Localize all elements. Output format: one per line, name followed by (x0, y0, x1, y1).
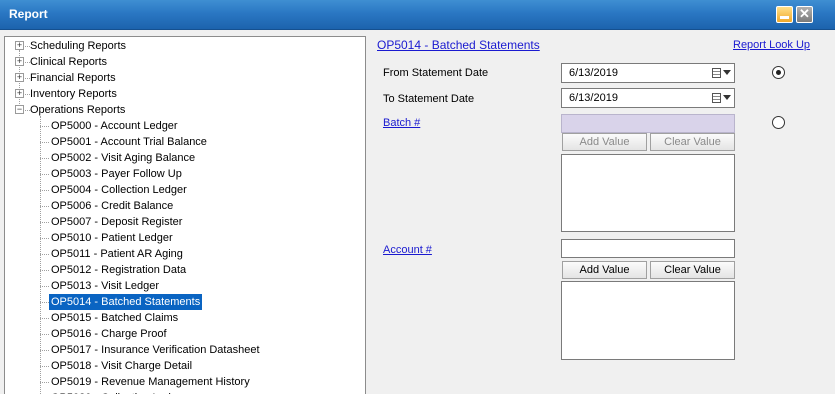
tree-report-item[interactable]: OP5004 - Collection Ledger (5, 182, 365, 198)
account-input[interactable] (561, 239, 735, 258)
from-date-value: 6/13/2019 (569, 67, 618, 79)
tree-report-label: OP5007 - Deposit Register (51, 216, 183, 228)
batch-values-list[interactable] (561, 154, 735, 232)
tree-category[interactable]: − Operations Reports (5, 102, 365, 118)
date-range-radio[interactable] (772, 66, 785, 79)
tree-report-item[interactable]: OP5001 - Account Trial Balance (5, 134, 365, 150)
tree-report-label: OP5015 - Batched Claims (51, 312, 179, 324)
from-date-label: From Statement Date (383, 67, 489, 79)
tree-report-label: OP5010 - Patient Ledger (51, 232, 173, 244)
expand-icon[interactable]: + (15, 73, 24, 82)
tree-connector (40, 254, 49, 255)
tree-category-label: Scheduling Reports (30, 40, 127, 52)
tree-connector (40, 174, 49, 175)
tree-report-item[interactable]: OP5013 - Visit Ledger (5, 278, 365, 294)
report-tree[interactable]: + Scheduling Reports + Clinical Reports + Fin… (4, 36, 366, 394)
to-date-label: To Statement Date (383, 93, 475, 105)
tree-report-item[interactable]: OP5020 - Collection Ledger (5, 390, 365, 394)
tree-connector (40, 382, 49, 383)
title-bar: Report ✕ (0, 0, 835, 30)
tree-report-item[interactable]: OP5011 - Patient AR Aging (5, 246, 365, 262)
tree-connector (40, 366, 49, 367)
tree-report-label: OP5001 - Account Trial Balance (51, 136, 207, 148)
tree-category[interactable]: + Scheduling Reports (5, 38, 365, 54)
tree-report-label: OP5004 - Collection Ledger (51, 184, 187, 196)
batch-add-value-button[interactable]: Add Value (562, 133, 647, 151)
tree-report-label: OP5006 - Credit Balance (51, 200, 174, 212)
batch-radio[interactable] (772, 116, 785, 129)
window-title: Report (9, 7, 48, 21)
account-values-list[interactable] (561, 281, 735, 360)
report-lookup-link[interactable]: Report Look Up (733, 39, 810, 51)
tree-connector (40, 158, 49, 159)
tree-connector (40, 126, 49, 127)
to-date-value: 6/13/2019 (569, 92, 618, 104)
collapse-icon[interactable]: − (15, 105, 24, 114)
tree-category-label: Clinical Reports (30, 56, 108, 68)
tree-report-item[interactable]: OP5014 - Batched Statements (5, 294, 365, 310)
tree-report-item[interactable]: OP5017 - Insurance Verification Datashee… (5, 342, 365, 358)
tree-report-item[interactable]: OP5003 - Payer Follow Up (5, 166, 365, 182)
tree-report-item[interactable]: OP5000 - Account Ledger (5, 118, 365, 134)
tree-report-label: OP5012 - Registration Data (51, 264, 187, 276)
expand-icon[interactable]: + (15, 89, 24, 98)
report-title-link[interactable]: OP5014 - Batched Statements (377, 38, 540, 52)
tree-report-item[interactable]: OP5015 - Batched Claims (5, 310, 365, 326)
batch-input[interactable] (561, 114, 735, 133)
tree-connector (40, 318, 49, 319)
tree-report-item[interactable]: OP5002 - Visit Aging Balance (5, 150, 365, 166)
batch-link[interactable]: Batch # (383, 117, 420, 129)
tree-connector (40, 270, 49, 271)
calendar-dropdown-icon[interactable] (712, 92, 731, 104)
tree-category[interactable]: + Clinical Reports (5, 54, 365, 70)
tree-connector (40, 142, 49, 143)
tree-connector (40, 302, 49, 303)
tree-category-label: Inventory Reports (30, 88, 117, 100)
tree-report-label: OP5018 - Visit Charge Detail (51, 360, 193, 372)
account-link[interactable]: Account # (383, 244, 432, 256)
tree-report-label: OP5016 - Charge Proof (51, 328, 167, 340)
tree-connector (40, 222, 49, 223)
tree-report-item[interactable]: OP5012 - Registration Data (5, 262, 365, 278)
tree-report-item[interactable]: OP5019 - Revenue Management History (5, 374, 365, 390)
account-clear-value-button[interactable]: Clear Value (650, 261, 735, 279)
tree-report-item[interactable]: OP5016 - Charge Proof (5, 326, 365, 342)
tree-report-item[interactable]: OP5007 - Deposit Register (5, 214, 365, 230)
tree-report-label: OP5000 - Account Ledger (51, 120, 178, 132)
tree-category-label: Financial Reports (30, 72, 116, 84)
close-icon: ✕ (799, 6, 810, 21)
tree-report-label: OP5011 - Patient AR Aging (51, 248, 183, 260)
tree-connector (40, 238, 49, 239)
tree-connector (40, 350, 49, 351)
tree-report-item[interactable]: OP5010 - Patient Ledger (5, 230, 365, 246)
tree-connector (40, 206, 49, 207)
tree-report-item[interactable]: OP5018 - Visit Charge Detail (5, 358, 365, 374)
tree-connector (40, 190, 49, 191)
expand-icon[interactable]: + (15, 41, 24, 50)
minimize-button[interactable] (776, 6, 793, 23)
from-date-picker[interactable]: 6/13/2019 (561, 63, 735, 83)
report-parameters-panel: OP5014 - Batched Statements Report Look … (367, 36, 835, 394)
account-add-value-button[interactable]: Add Value (562, 261, 647, 279)
tree-report-label: OP5003 - Payer Follow Up (51, 168, 182, 180)
tree-report-label: OP5013 - Visit Ledger (51, 280, 160, 292)
tree-report-label: OP5019 - Revenue Management History (51, 376, 250, 388)
tree-report-item[interactable]: OP5006 - Credit Balance (5, 198, 365, 214)
tree-category-label: Operations Reports (30, 104, 126, 116)
tree-connector (40, 334, 49, 335)
to-date-picker[interactable]: 6/13/2019 (561, 88, 735, 108)
tree-report-label: OP5014 - Batched Statements (49, 294, 203, 310)
tree-report-label: OP5002 - Visit Aging Balance (51, 152, 196, 164)
tree-category[interactable]: + Inventory Reports (5, 86, 365, 102)
expand-icon[interactable]: + (15, 57, 24, 66)
tree-connector (40, 286, 49, 287)
calendar-dropdown-icon[interactable] (712, 67, 731, 79)
batch-clear-value-button[interactable]: Clear Value (650, 133, 735, 151)
tree-category[interactable]: + Financial Reports (5, 70, 365, 86)
tree-report-label: OP5017 - Insurance Verification Datashee… (51, 344, 260, 356)
close-button[interactable]: ✕ (796, 6, 813, 23)
tree-report-label: OP5020 - Collection Ledger (49, 390, 189, 394)
